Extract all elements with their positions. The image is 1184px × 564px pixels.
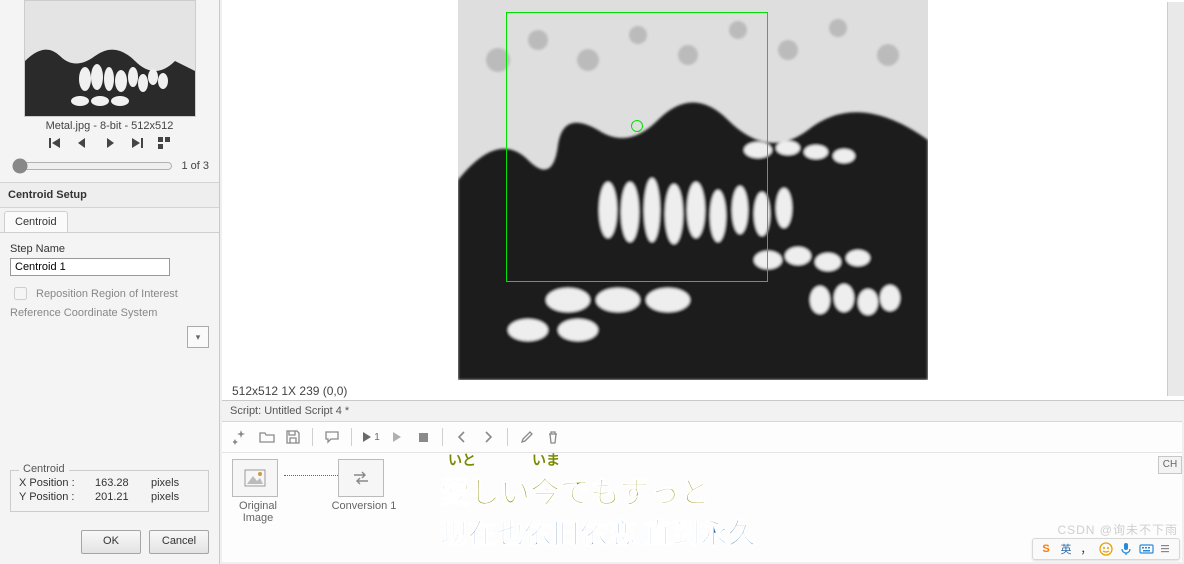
section-title: Centroid Setup <box>0 182 219 208</box>
ime-toolbar[interactable]: S 英 ， <box>1032 538 1180 560</box>
lang-badge[interactable]: CH <box>1158 456 1182 474</box>
reposition-checkbox[interactable] <box>14 287 27 300</box>
thumbnail-label: Metal.jpg - 8-bit - 512x512 <box>0 117 219 134</box>
run-label: 1 <box>374 432 380 443</box>
next-step-icon[interactable] <box>477 426 499 448</box>
refcoord-label: Reference Coordinate System <box>10 307 209 322</box>
ime-keyboard-icon[interactable] <box>1137 540 1155 558</box>
step-name-label: Step Name <box>10 243 209 258</box>
wand-icon[interactable] <box>230 426 252 448</box>
nav-controls <box>0 134 219 154</box>
node-conversion[interactable]: Conversion 1 <box>338 459 384 497</box>
edit-icon[interactable] <box>516 426 538 448</box>
x-position-units: pixels <box>151 477 200 489</box>
node-conversion-label: Conversion 1 <box>329 500 399 512</box>
nav-next-icon[interactable] <box>100 136 120 150</box>
reposition-label: Reposition Region of Interest <box>36 288 178 300</box>
y-position-label: Y Position : <box>19 491 89 503</box>
prev-step-icon[interactable] <box>451 426 473 448</box>
ime-punct[interactable]: ， <box>1077 540 1095 558</box>
coord-bar: 512x512 1X 239 (0,0) <box>232 384 347 398</box>
y-position-units: pixels <box>151 491 200 503</box>
open-icon[interactable] <box>256 426 278 448</box>
refcoord-dropdown[interactable]: ▾ <box>187 326 209 348</box>
tab-centroid[interactable]: Centroid <box>4 211 68 232</box>
nav-menu-icon[interactable] <box>154 136 174 150</box>
y-position-value: 201.21 <box>95 491 145 503</box>
cancel-button[interactable]: Cancel <box>149 530 209 554</box>
delete-icon[interactable] <box>542 426 564 448</box>
node-original-image[interactable]: Original Image <box>232 459 278 497</box>
thumbnail-image <box>24 0 196 117</box>
ime-settings-icon[interactable] <box>1157 540 1175 558</box>
ime-mode[interactable]: 英 <box>1057 540 1075 558</box>
ok-button[interactable]: OK <box>81 530 141 554</box>
results-legend: Centroid <box>19 463 69 475</box>
run-button[interactable]: 1 <box>360 426 382 448</box>
nav-last-icon[interactable] <box>127 136 147 150</box>
run-selected-icon[interactable] <box>386 426 408 448</box>
nav-prev-icon[interactable] <box>72 136 92 150</box>
frame-count-label: 1 of 3 <box>181 160 209 172</box>
script-title: Script: Untitled Script 4 * <box>222 401 1182 422</box>
scrollbar-vertical[interactable] <box>1167 2 1184 396</box>
node-original-label: Original Image <box>223 500 293 524</box>
step-name-input[interactable] <box>10 258 170 276</box>
x-position-value: 163.28 <box>95 477 145 489</box>
watermark: CSDN @询未不下雨 <box>1057 521 1178 538</box>
ime-emoji-icon[interactable] <box>1097 540 1115 558</box>
save-icon[interactable] <box>282 426 304 448</box>
ime-mic-icon[interactable] <box>1117 540 1135 558</box>
nav-first-icon[interactable] <box>45 136 65 150</box>
stop-icon[interactable] <box>412 426 434 448</box>
frame-slider[interactable] <box>12 158 173 174</box>
comment-icon[interactable] <box>321 426 343 448</box>
main-image-canvas[interactable] <box>458 0 928 380</box>
sogou-icon[interactable]: S <box>1037 540 1055 558</box>
x-position-label: X Position : <box>19 477 89 489</box>
